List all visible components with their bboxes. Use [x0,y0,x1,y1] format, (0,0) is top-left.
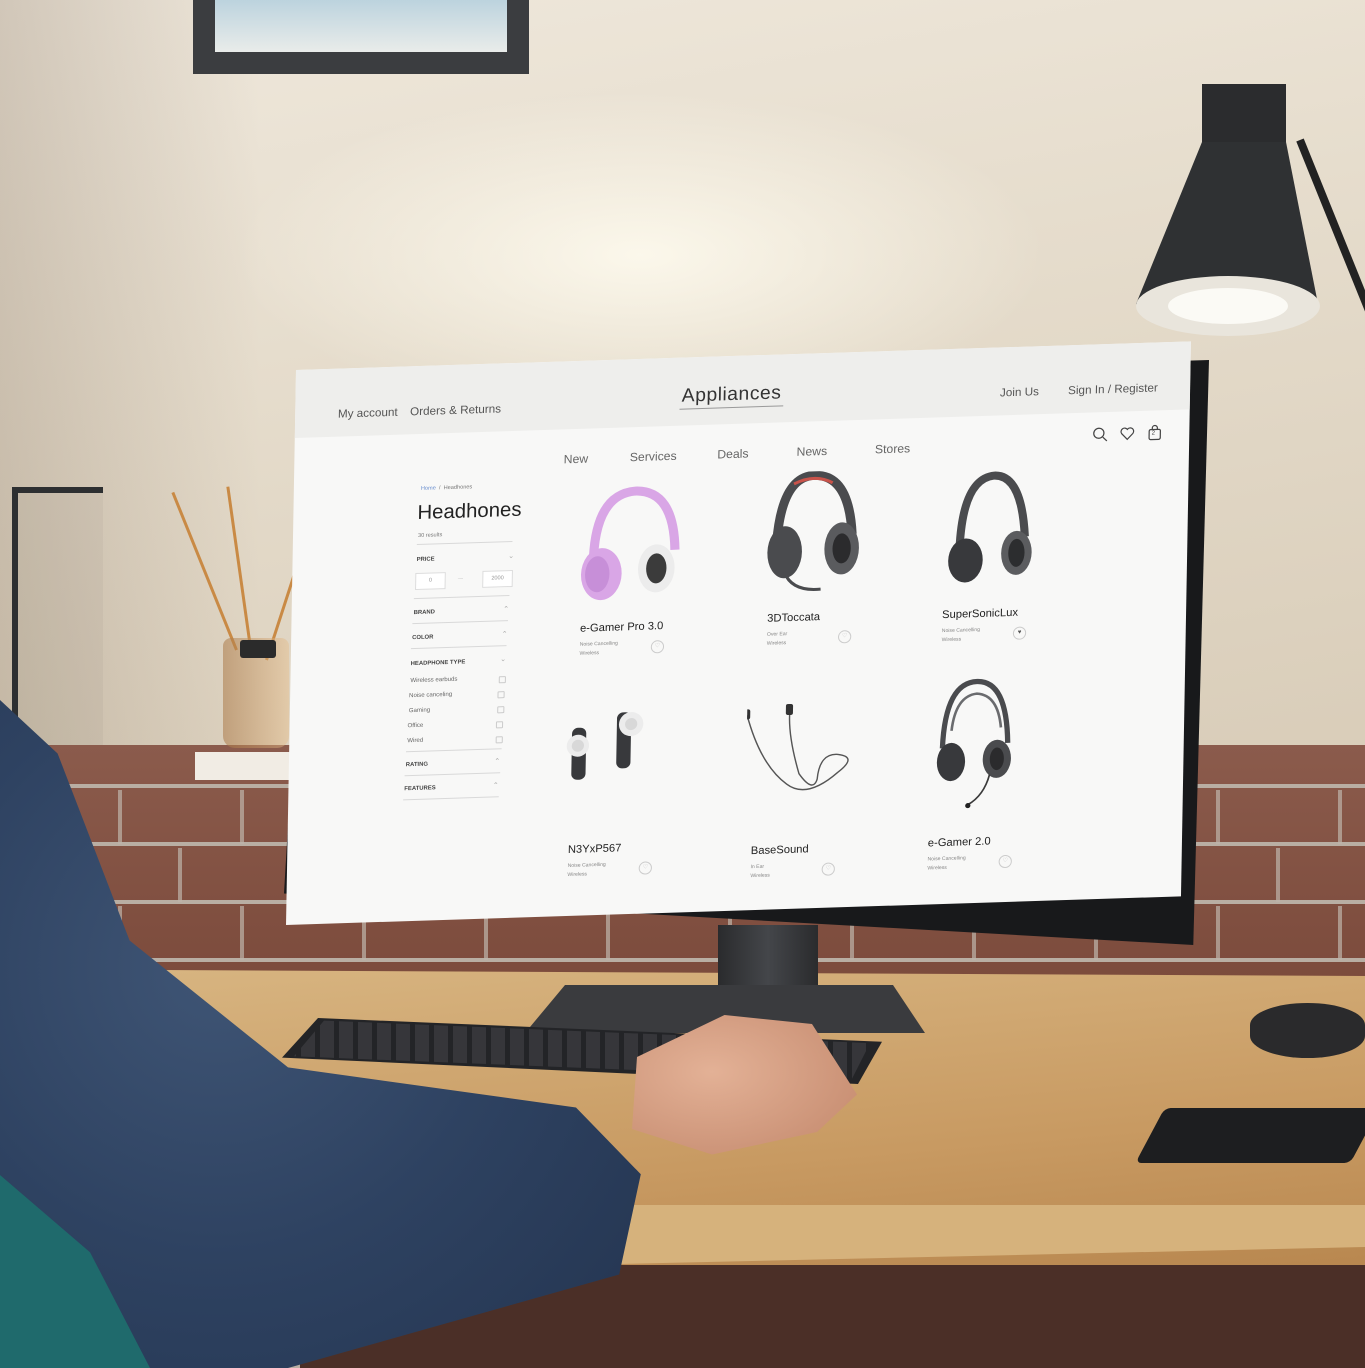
product-spec: Wireless [927,864,947,872]
checkbox[interactable] [495,721,504,729]
headphones-image [948,471,1032,583]
favorite-button[interactable]: ♥ [1012,626,1027,640]
smartphone [1135,1108,1365,1163]
divider [406,748,502,753]
favorite-button[interactable]: ♡ [638,861,653,875]
product-spec: Wireless [567,871,587,879]
price-dash: — [457,575,464,582]
chevron-up-icon[interactable]: ⌃ [502,630,508,638]
divider [412,620,508,625]
chevron-down-icon[interactable]: ⌄ [500,655,506,663]
product-specs: Noise Cancelling Wireless [927,854,965,873]
product-specs: Noise Cancelling Wireless [567,861,605,880]
speaker [1250,1003,1365,1058]
join-us-link[interactable]: Join Us [1000,386,1039,399]
gaming-headset-image [767,470,859,591]
product-specs: Noise Cancelling Wireless [579,640,618,659]
checkbox[interactable] [497,691,505,699]
divider [413,595,510,600]
product-card[interactable]: 3DToccata Over Ear Wireless ♡ [760,467,936,673]
nav-item-new[interactable]: New [564,452,589,467]
product-name[interactable]: e-Gamer 2.0 [928,835,991,849]
shop-page: My account Orders & Returns Appliances J… [286,341,1191,925]
orders-returns-link[interactable]: Orders & Returns [410,403,501,418]
my-account-link[interactable]: My account [338,407,398,421]
favorite-button[interactable]: ♡ [821,862,835,876]
filter-features-heading[interactable]: FEATURES [404,785,435,792]
chevron-down-icon[interactable]: ⌄ [508,552,514,560]
filter-option-wired[interactable]: Wired [407,738,423,745]
breadcrumb: Home / Headhones [421,484,472,492]
divider [410,645,507,650]
filter-option-office[interactable]: Office [407,723,423,730]
headphones-image [580,486,680,601]
favorite-button[interactable]: ♡ [650,640,665,654]
sign-in-register-link[interactable]: Sign In / Register [1068,382,1158,397]
earphones-image [745,703,849,791]
product-specs: In Ear Wireless [750,863,770,882]
checkbox[interactable] [498,676,506,684]
product-spec: Wireless [750,872,770,880]
product-name[interactable]: SuperSonicLux [942,607,1018,621]
cart-count: 2 [1151,430,1156,437]
chevron-up-icon[interactable]: ⌃ [503,605,509,613]
results-count: 30 results [417,532,443,539]
divider [403,796,499,801]
search-icon[interactable] [1092,426,1109,443]
product-name[interactable]: BaseSound [751,843,809,857]
nav-item-services[interactable]: Services [630,449,677,464]
divider [404,772,501,777]
filter-brand-heading[interactable]: BRAND [414,609,435,616]
favorite-button[interactable]: ♡ [998,854,1012,869]
product-card[interactable]: N3YxP567 Noise Cancelling Wireless ♡ [561,699,737,905]
filter-option-noise-canceling[interactable]: Noise canceling [409,692,452,699]
brand-logo[interactable]: Appliances [679,382,784,410]
product-spec: Wireless [579,650,600,657]
product-card[interactable]: e-Gamer Pro 3.0 Noise Cancelling Wireles… [573,477,749,683]
headset-with-mic-image [936,678,1011,809]
favorite-button[interactable]: ♡ [837,630,852,644]
nav-item-news[interactable]: News [797,444,828,459]
filter-color-heading[interactable]: COLOR [412,634,433,641]
filter-price-heading[interactable]: PRICE [417,556,435,563]
chevron-up-icon[interactable]: ⌃ [494,757,500,765]
price-min-input[interactable]: 0 [415,572,446,591]
filter-option-wireless-earbuds[interactable]: Wireless earbuds [410,677,457,685]
product-card[interactable]: SuperSonicLux Noise Cancelling Wireless … [935,464,1111,670]
filter-option-gaming[interactable]: Gaming [409,708,430,715]
product-specs: Noise Cancelling Wireless [942,626,980,645]
product-card[interactable]: BaseSound In Ear Wireless ♡ [744,700,920,906]
product-spec: Wireless [766,640,787,647]
price-max-input[interactable]: 2000 [482,569,513,588]
desk-lamp [1136,84,1320,336]
breadcrumb-home[interactable]: Home [421,485,436,491]
filter-headphone-type-heading[interactable]: HEADPHONE TYPE [411,659,466,667]
product-name[interactable]: N3YxP567 [568,842,622,856]
heart-icon[interactable] [1119,425,1136,442]
photo-scene: My account Orders & Returns Appliances J… [0,0,1365,1368]
monitor-screen: My account Orders & Returns Appliances J… [286,341,1191,925]
breadcrumb-current: Headhones [443,484,473,492]
diffuser-cap [240,640,276,658]
nav-item-stores[interactable]: Stores [875,441,911,456]
product-card[interactable]: e-Gamer 2.0 Noise Cancelling Wireless ♡ [921,674,1097,880]
product-name[interactable]: e-Gamer Pro 3.0 [580,620,664,635]
picture [215,0,507,52]
divider [416,540,513,546]
earbuds-image [566,712,644,780]
breadcrumb-separator: / [438,485,441,492]
page-title: Headhones [417,498,522,525]
nav-item-deals[interactable]: Deals [717,446,748,461]
chevron-up-icon[interactable]: ⌃ [493,781,499,789]
checkbox[interactable] [497,706,505,714]
filter-rating-heading[interactable]: RATING [406,762,428,769]
checkbox[interactable] [495,736,503,744]
product-spec: Wireless [941,636,962,644]
product-name[interactable]: 3DToccata [767,611,820,625]
product-specs: Over Ear Wireless [767,630,788,649]
